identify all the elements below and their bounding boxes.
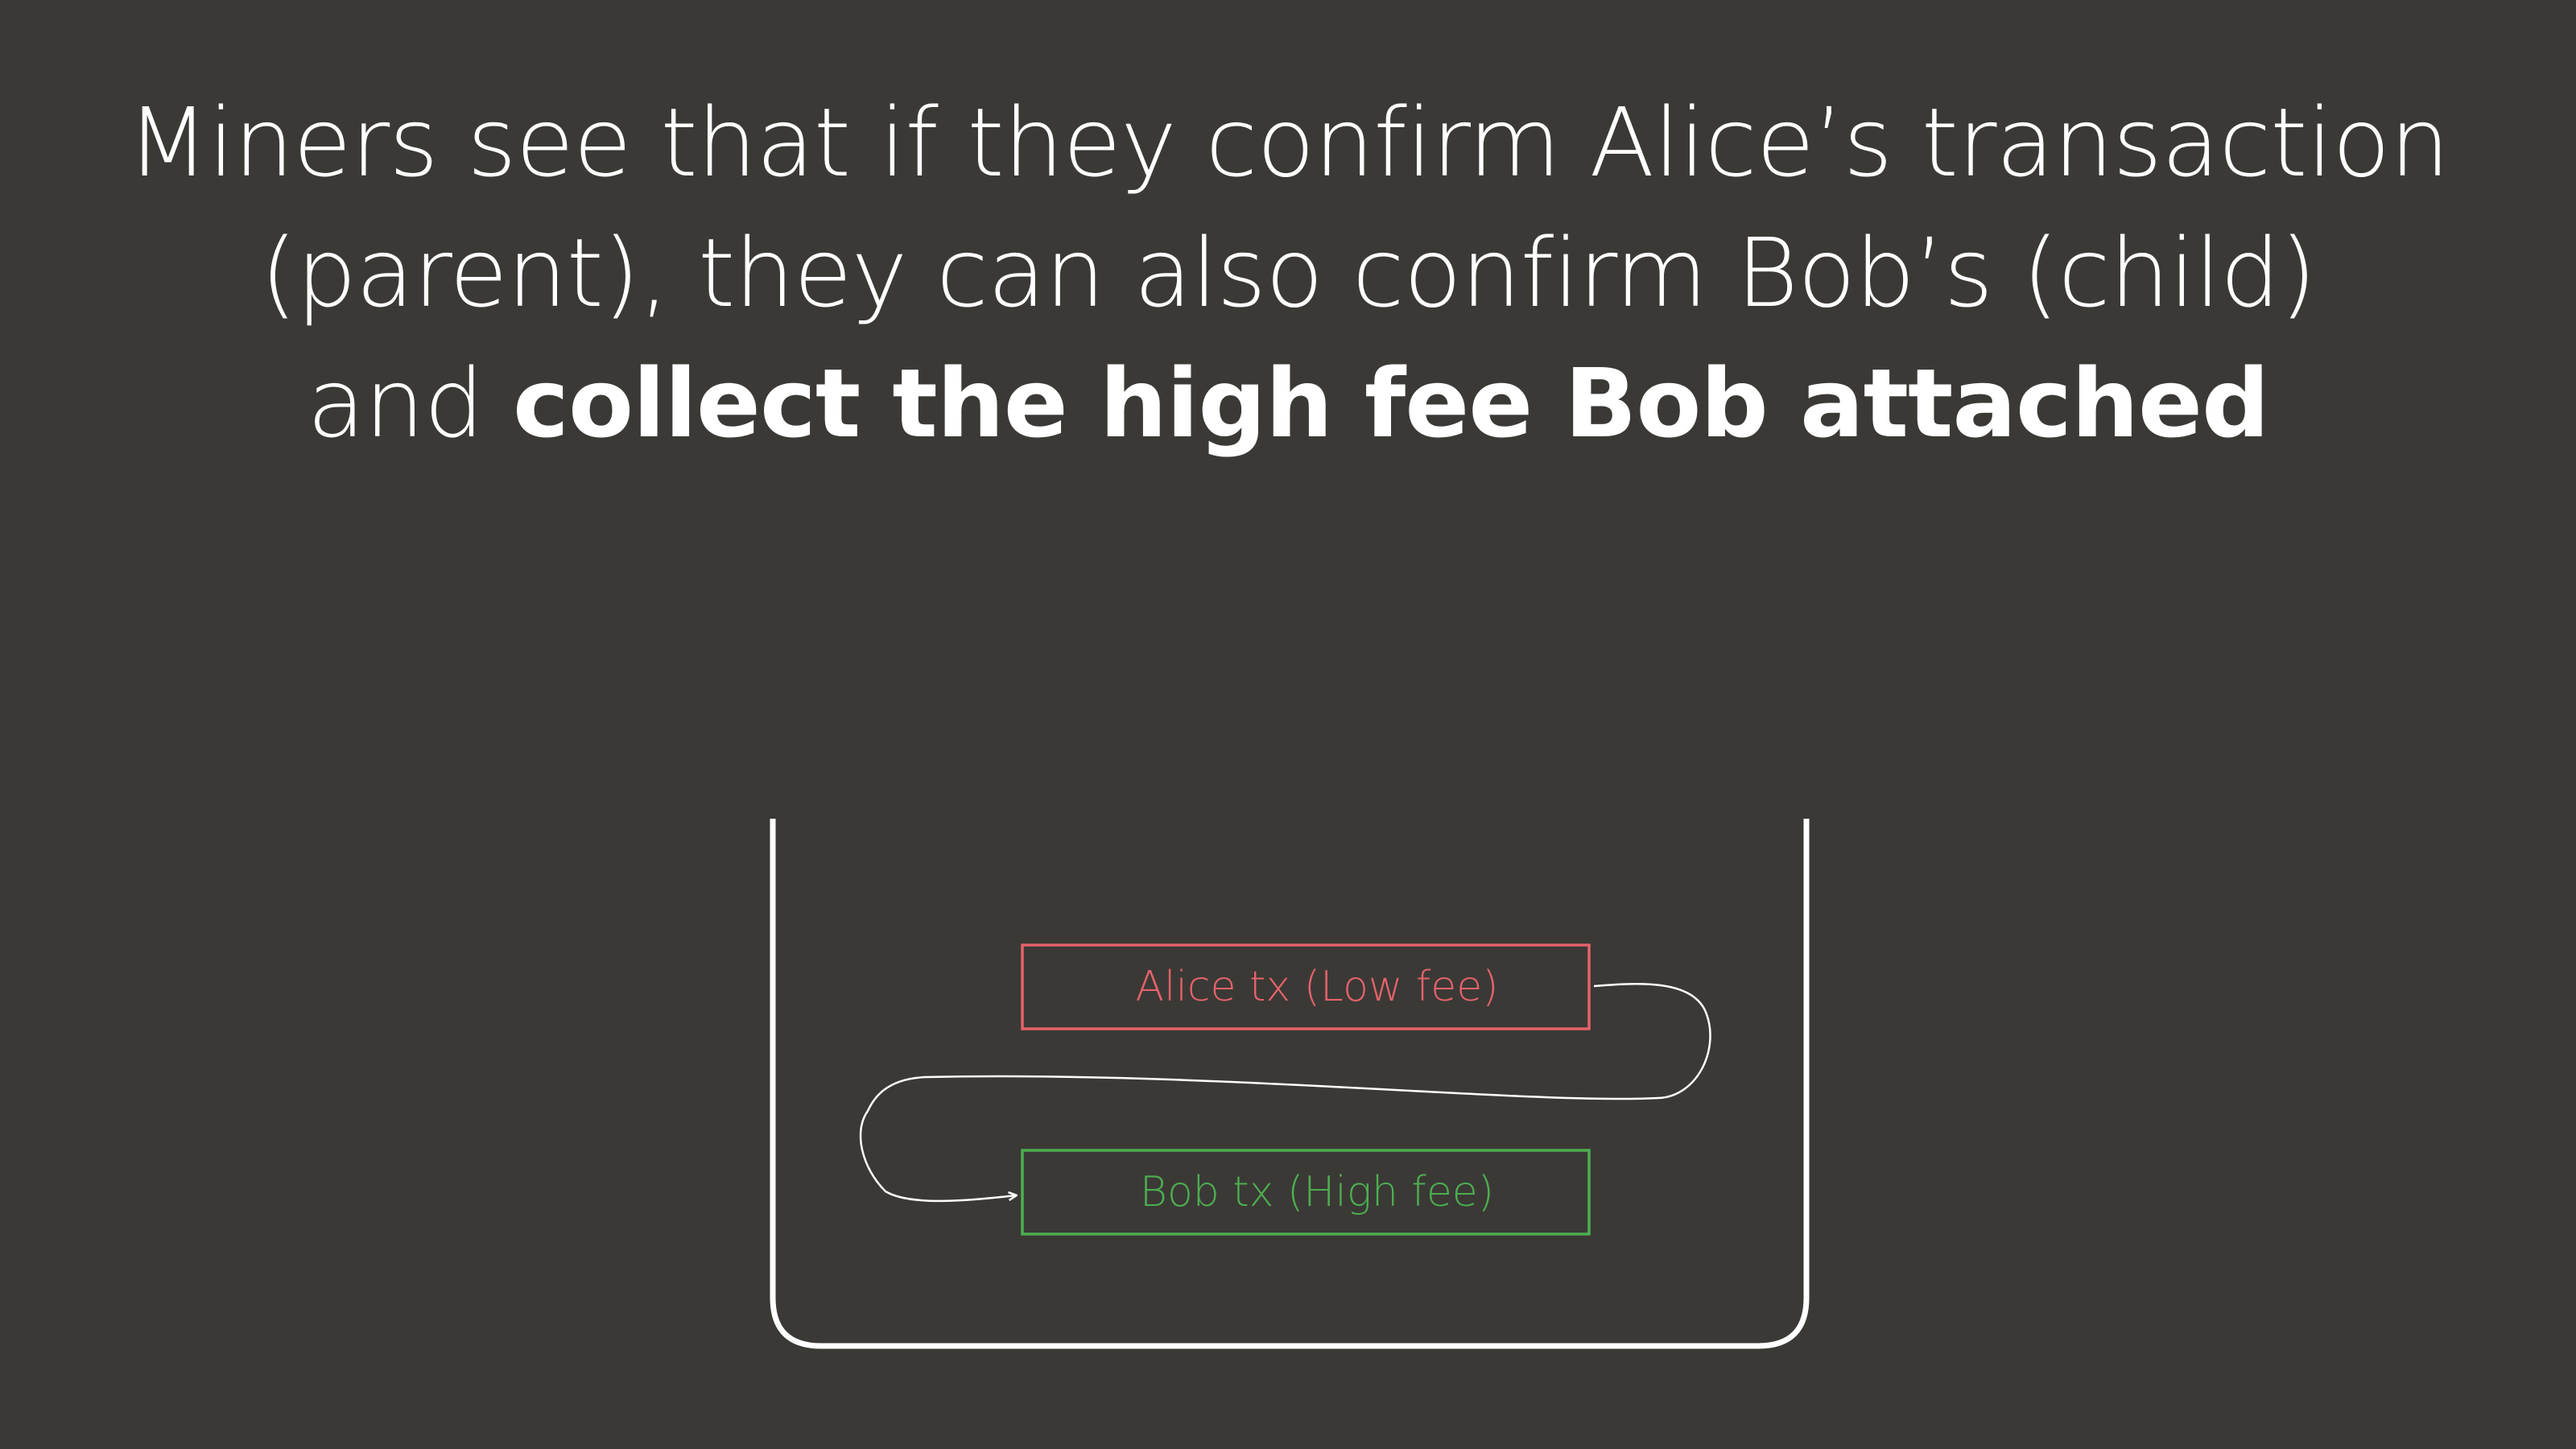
alice-tx-label: Alice tx (Low fee) (1135, 963, 1498, 1011)
bob-tx-label: Bob tx (High fee) (1140, 1168, 1494, 1216)
mempool-container (770, 819, 1810, 1349)
mempool-diagram: Alice tx (Low fee) Bob tx (High fee) (770, 819, 1810, 1349)
